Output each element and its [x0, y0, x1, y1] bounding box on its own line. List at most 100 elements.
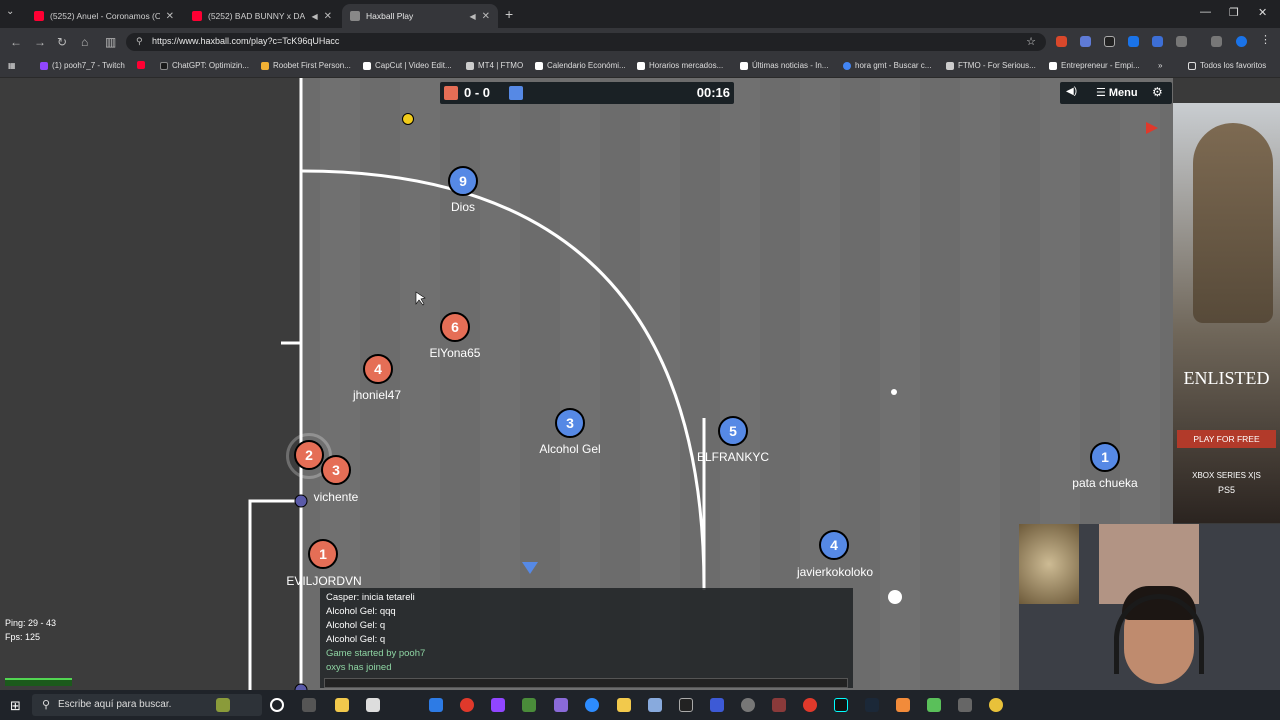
player-disc: 3	[321, 455, 351, 485]
bookmark-chatgpt[interactable]: ChatGPT: Optimizin...	[160, 61, 249, 70]
advertisement-banner[interactable]: ENLISTED PLAY FOR FREE XBOX SERIES X|S P…	[1173, 103, 1280, 523]
bookmark-noticias[interactable]: Últimas noticias - In...	[740, 61, 828, 70]
fps-text: Fps: 125	[5, 632, 41, 642]
bookmark-capcut[interactable]: CapCut | Video Edit...	[363, 61, 452, 70]
kebab-menu-icon[interactable]: ⋮	[1260, 33, 1271, 46]
app-icon[interactable]	[554, 698, 568, 712]
tab-label: (5252) Anuel - Coronamos (Offi	[50, 11, 160, 21]
youtube-icon	[34, 11, 44, 21]
bookmark-calendario[interactable]: Calendario Económi...	[535, 61, 626, 70]
chevron-right-icon[interactable]: »	[1158, 61, 1162, 70]
app-icon[interactable]	[460, 698, 474, 712]
close-icon[interactable]: ✕	[482, 11, 490, 22]
notes-icon[interactable]	[617, 698, 631, 712]
player-disc: 4	[363, 354, 393, 384]
bookmark-ftmo[interactable]: FTMO - For Serious...	[946, 61, 1036, 70]
app-icon[interactable]	[648, 698, 662, 712]
bookmark-star-icon[interactable]: ☆	[1026, 35, 1036, 48]
forward-icon[interactable]: →	[34, 35, 46, 49]
notepad-icon[interactable]	[366, 698, 380, 712]
bookmark-mt4[interactable]: MT4 | FTMO	[466, 61, 523, 70]
new-tab-button[interactable]: +	[505, 6, 513, 22]
close-icon[interactable]: ✕	[324, 11, 332, 22]
extensions-puzzle-icon[interactable]	[1176, 36, 1187, 47]
bookmark-entrepreneur[interactable]: Entrepreneur - Empi...	[1049, 61, 1140, 70]
discord-icon[interactable]	[710, 698, 724, 712]
app-icon[interactable]	[772, 698, 786, 712]
haxball-icon	[350, 11, 360, 21]
ad-play-button[interactable]: PLAY FOR FREE	[1177, 430, 1276, 448]
ad-title: ENLISTED	[1183, 368, 1270, 388]
side-panel-icon[interactable]: ▥	[105, 35, 116, 49]
hamburger-icon: ☰	[1096, 87, 1106, 99]
bookmark-youtube[interactable]	[137, 61, 149, 69]
gear-icon[interactable]: ⚙	[1152, 85, 1163, 99]
site-info-icon[interactable]: ⚲	[136, 36, 143, 47]
app-icon[interactable]	[522, 698, 536, 712]
close-window-button[interactable]: ✕	[1258, 6, 1267, 19]
player-name: ELFRANKYC	[696, 450, 770, 464]
menu-button[interactable]: ☰ Menu	[1096, 86, 1138, 99]
player-name: EVILJORDVN	[286, 574, 362, 588]
player-disc: 6	[440, 312, 470, 342]
extension-icon[interactable]	[1128, 36, 1139, 47]
edge-icon[interactable]	[429, 698, 443, 712]
all-bookmarks-folder[interactable]: Todos los favoritos	[1188, 61, 1266, 70]
windows-taskbar: ⊞ ⚲ Escribe aquí para buscar.	[0, 690, 1280, 720]
apps-grid-icon[interactable]: ▦	[8, 61, 16, 70]
tiktok-icon[interactable]	[834, 698, 848, 712]
tab-search-icon[interactable]: ⌄	[6, 6, 14, 17]
cortana-icon[interactable]	[270, 698, 284, 712]
player-name: jhoniel47	[352, 388, 402, 402]
taskbar-widget-icon[interactable]	[216, 698, 230, 712]
minecraft-icon[interactable]	[927, 698, 941, 712]
tab-haxball[interactable]: Haxball Play ◀ ✕	[342, 4, 498, 28]
capcut-icon[interactable]	[679, 698, 693, 712]
task-view-icon[interactable]	[302, 698, 316, 712]
webcam-background-plant	[1019, 524, 1079, 604]
profile-avatar[interactable]	[1236, 36, 1247, 47]
tab-label: Haxball Play	[366, 11, 414, 21]
file-explorer-icon[interactable]	[335, 698, 349, 712]
extension-icon[interactable]	[1056, 36, 1067, 47]
speaker-icon[interactable]: ◀	[311, 12, 317, 21]
maximize-button[interactable]: ❐	[1229, 6, 1239, 19]
youtube-icon	[192, 11, 202, 21]
opera-icon[interactable]	[803, 698, 817, 712]
bookmark-roobet[interactable]: Roobet First Person...	[261, 61, 351, 70]
twitch-icon[interactable]	[491, 698, 505, 712]
bookmark-twitch[interactable]: (1) pooh7_7 - Twitch	[40, 61, 125, 70]
extension-icon[interactable]	[1152, 36, 1163, 47]
bookmark-hora-gmt[interactable]: hora gmt - Buscar c...	[843, 61, 931, 70]
steam-icon[interactable]	[865, 698, 879, 712]
reading-list-icon[interactable]	[1211, 36, 1222, 47]
ad-soldier-image	[1193, 123, 1273, 323]
home-icon[interactable]: ⌂	[81, 35, 88, 49]
ping-text: Ping: 29 - 43	[5, 618, 57, 628]
settings-gear-icon[interactable]	[741, 698, 755, 712]
bookmark-horarios[interactable]: Horarios mercados...	[637, 61, 723, 70]
app-icon[interactable]	[958, 698, 972, 712]
reload-icon[interactable]: ↻	[57, 35, 67, 49]
windows-start-icon[interactable]: ⊞	[10, 698, 21, 714]
close-icon[interactable]: ✕	[166, 11, 174, 22]
player-name: javierkokoloko	[796, 565, 874, 579]
ad-choices-icon[interactable]	[1146, 122, 1158, 134]
speaker-icon[interactable]: ◀	[469, 12, 475, 21]
extension-icon[interactable]	[1080, 36, 1091, 47]
back-icon[interactable]: ←	[10, 35, 22, 49]
tab-bad-bunny[interactable]: (5252) BAD BUNNY x DADDY ◀ ✕	[184, 4, 340, 28]
scoreboard: 0 - 0 00:16	[440, 82, 734, 104]
url-text[interactable]: https://www.haxball.com/play?c=TcK96qUHa…	[152, 36, 339, 46]
tab-label: (5252) BAD BUNNY x DADDY	[208, 11, 306, 21]
zoom-icon[interactable]	[585, 698, 599, 712]
app-icon[interactable]	[896, 698, 910, 712]
chrome-icon[interactable]	[989, 698, 1003, 712]
tab-anuel[interactable]: (5252) Anuel - Coronamos (Offi ✕	[26, 4, 182, 28]
sound-toggle-icon[interactable]: ◀)	[1066, 86, 1077, 97]
address-bar[interactable]: ⚲ https://www.haxball.com/play?c=TcK96qU…	[126, 33, 1046, 51]
chat-input[interactable]	[324, 678, 848, 688]
extension-icon[interactable]	[1104, 36, 1115, 47]
minimize-button[interactable]: —	[1200, 6, 1211, 18]
game-controls: ◀) ☰ Menu ⚙	[1060, 82, 1172, 104]
